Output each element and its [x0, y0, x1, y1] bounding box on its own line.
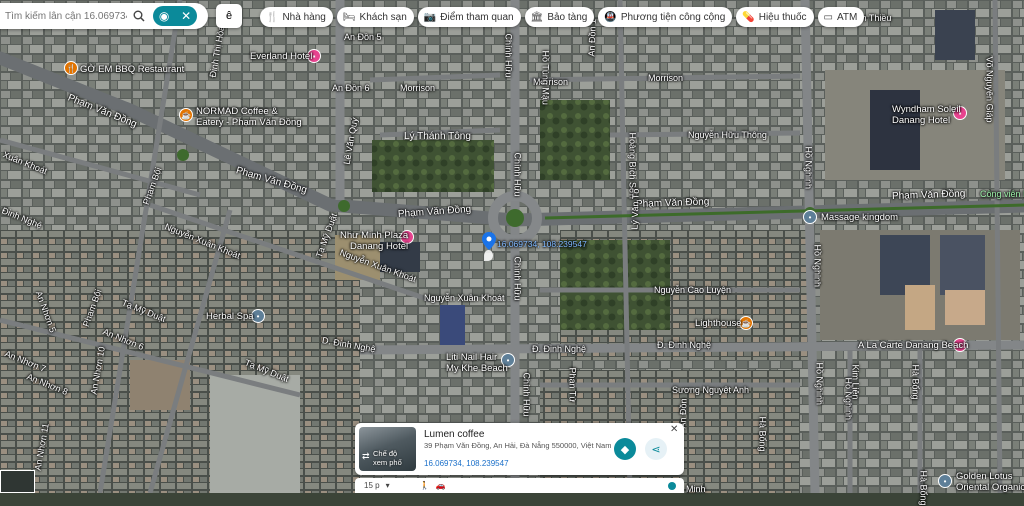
poi-label[interactable]: Everland Hotel [250, 52, 312, 62]
street-label: Chính Hữu [521, 372, 532, 417]
street-label: Hà Bổng [757, 416, 768, 452]
place-card[interactable]: ⇄ Chế độ xem phố Lumen coffee 39 Phạm Vă… [355, 423, 684, 475]
search-input[interactable] [3, 9, 129, 23]
chip-restaurants[interactable]: 🍴 Nhà hàng [260, 7, 333, 27]
chip-attractions[interactable]: 📷 Điểm tham quan [417, 7, 521, 27]
chip-label: Hiệu thuốc [758, 11, 807, 23]
museum-icon: 🏛 [530, 11, 544, 23]
share-icon: ⋖ [651, 443, 661, 456]
street-view-icon: ⇄ [362, 451, 370, 461]
spa-icon[interactable]: • [803, 210, 817, 224]
chip-museums[interactable]: 🏛 Bảo tàng [524, 7, 595, 27]
poi-label[interactable]: Liti Nail Hair My Khe Beach [446, 352, 508, 374]
search-actions: ◉ ✕ [153, 6, 197, 26]
place-coordinates[interactable]: 16.069734, 108.239547 [424, 459, 509, 468]
street-label: Lý Thánh Tông [404, 131, 471, 142]
transit-icon: 🚇 [604, 11, 617, 23]
chip-transit[interactable]: 🚇 Phương tiện công cộng [598, 7, 733, 27]
chip-label: Khách sạn [359, 11, 407, 23]
chip-label: Bảo tàng [547, 11, 588, 23]
chip-pharmacies[interactable]: 💊 Hiệu thuốc [736, 7, 814, 27]
layer-thumbnail[interactable] [0, 470, 35, 493]
chip-label: Phương tiện công cộng [620, 11, 726, 23]
location-target-icon[interactable]: ◉ [159, 9, 169, 23]
street-label: Chính Hữu [512, 152, 523, 197]
poi-label[interactable]: Wyndham Soleil Danang Hotel [892, 104, 961, 126]
pharmacy-icon: 💊 [742, 11, 755, 23]
street-label: Hà Bổng [910, 364, 921, 400]
poi-label[interactable]: Golden Lotus Oriental Organic Sp [956, 471, 1024, 493]
street-label: Chính Hữu [512, 256, 523, 301]
street-label: Hồ Nghinh [812, 244, 823, 288]
hotel-icon: 🛏 [342, 11, 356, 23]
restaurant-icon: 🍴 [266, 11, 279, 23]
car-icon[interactable]: 🚗 [436, 481, 446, 490]
directions-icon: ◆ [620, 443, 630, 456]
place-title[interactable]: Lumen coffee [424, 429, 484, 440]
travel-bar: 15 p ▾ 🚶 🚗 [355, 478, 684, 493]
chip-atm[interactable]: ▭ ATM [817, 7, 865, 27]
poi-label[interactable]: Massage kingdom [821, 213, 898, 223]
street-label: Chính Hữu [503, 33, 514, 78]
close-icon[interactable]: ✕ [181, 9, 191, 23]
street-label: Nguyễn Cao Luyện [654, 285, 732, 295]
street-label: Morrison [400, 83, 436, 93]
chevron-down-icon[interactable]: ▾ [386, 481, 390, 490]
layers-dropdown-button[interactable]: ê [216, 4, 242, 28]
poi-label[interactable]: GỜ EM BBQ Restaurant [80, 65, 184, 75]
street-label: Nguyễn Xuân Khoát [424, 293, 505, 303]
street-label: An Đồn 5 [344, 32, 382, 42]
chip-label: Điểm tham quan [440, 11, 514, 23]
street-view-label: Chế độ xem phố [373, 449, 402, 467]
street-label: Công viên Biển [980, 189, 1024, 199]
chip-hotels[interactable]: 🛏 Khách sạn [336, 7, 414, 27]
poi-label[interactable]: A La Carte Danang Beach [858, 341, 968, 351]
spa-icon[interactable]: • [938, 474, 952, 488]
chip-label: Nhà hàng [282, 11, 326, 23]
poi-label[interactable]: NORMAD Coffee & Eatery - Phạm Văn Đồng [196, 106, 302, 128]
street-label: Kim Liên [850, 364, 861, 400]
walk-icon[interactable]: 🚶 [420, 481, 430, 490]
street-label: Nguyễn Hữu Thông [688, 130, 767, 140]
street-label: Hồ Tùng Mậu [540, 50, 551, 105]
search-icon[interactable] [129, 10, 149, 22]
cafe-icon[interactable]: ☕ [179, 108, 193, 122]
chip-label: ATM [836, 11, 858, 23]
street-view-thumbnail[interactable]: ⇄ Chế độ xem phố [359, 427, 416, 471]
camera-icon: 📷 [423, 11, 437, 23]
poi-label[interactable]: Như Minh Plaza Danang Hotel [340, 230, 408, 252]
street-label: Morrison [648, 73, 684, 83]
category-chips: 🍴 Nhà hàng 🛏 Khách sạn 📷 Điểm tham quan 🏛 Bả… [260, 7, 865, 27]
restaurant-icon[interactable]: 🍴 [64, 61, 78, 75]
street-label: Võ Nguyên Giáp [984, 56, 995, 123]
close-card-button[interactable]: ✕ [670, 424, 678, 435]
directions-button[interactable]: ◆ [614, 438, 636, 460]
street-label: Lý Văn Tố [629, 188, 641, 230]
poi-label[interactable]: Lighthouse [695, 319, 741, 329]
search-bar: ◉ ✕ [0, 3, 208, 29]
street-label: Phan Tứ [567, 367, 578, 403]
street-label: Hồ Nghinh [803, 146, 814, 190]
share-button[interactable]: ⋖ [645, 438, 667, 460]
street-label: An Đồn 6 [332, 83, 370, 93]
street-label: Đ. Đinh Nghệ [532, 344, 587, 354]
street-label: Đ. Đinh Nghệ [657, 340, 712, 350]
street-label: Hồ Nghinh [814, 362, 825, 406]
poi-label[interactable]: Herbal Spa [206, 312, 254, 322]
street-label: Hà Bổng [918, 470, 929, 506]
atm-icon: ▭ [823, 11, 833, 23]
street-label: Sương Nguyệt Anh [672, 385, 749, 395]
travel-time[interactable]: 15 p [364, 481, 380, 490]
place-marker-icon[interactable] [484, 250, 493, 261]
place-address: 39 Phạm Văn Đồng, An Hải, Đà Nẵng 550000… [424, 441, 612, 450]
pin-coords-label: 16.069734, 108.239547 [497, 239, 587, 249]
status-dot [668, 482, 676, 490]
street-label: Morrison [533, 77, 569, 87]
